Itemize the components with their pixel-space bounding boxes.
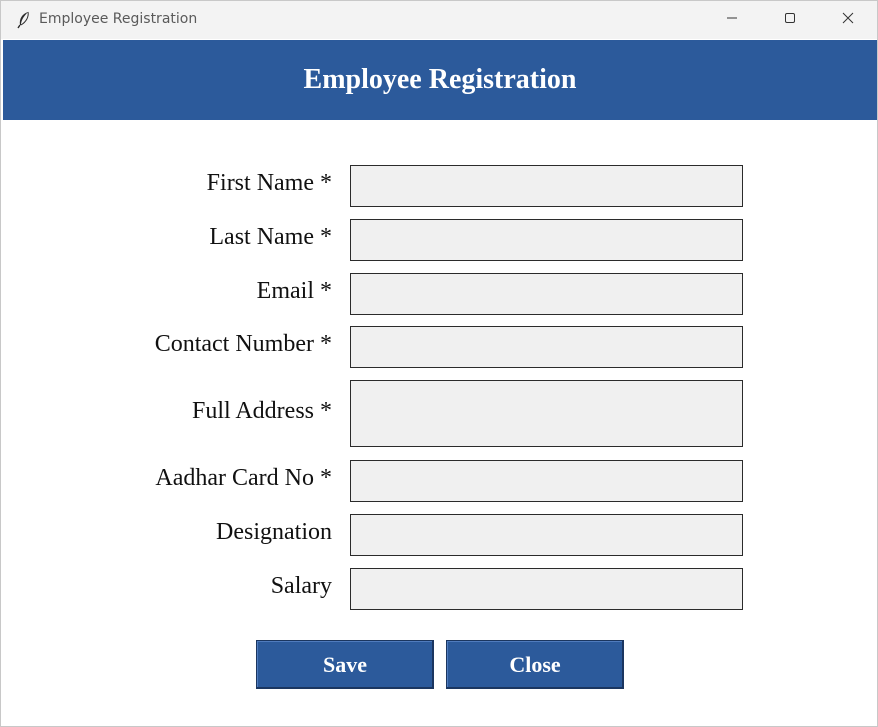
page-header: Employee Registration [3, 40, 877, 120]
app-window: Employee Registration Employee Registrat… [0, 0, 878, 727]
email-label: Email * [256, 278, 332, 304]
page-title: Employee Registration [303, 64, 577, 95]
close-window-button[interactable] [819, 1, 877, 39]
save-button[interactable]: Save [256, 640, 434, 689]
designation-label: Designation [216, 519, 332, 545]
feather-icon [16, 11, 32, 29]
maximize-icon [784, 11, 796, 29]
close-icon [842, 11, 854, 29]
title-bar[interactable]: Employee Registration [1, 1, 877, 39]
designation-input[interactable] [350, 514, 743, 556]
salary-input[interactable] [350, 568, 743, 610]
last-name-label: Last Name * [209, 224, 332, 250]
last-name-input[interactable] [350, 219, 743, 261]
minimize-button[interactable] [703, 1, 761, 39]
close-button[interactable]: Close [446, 640, 624, 689]
full-address-input[interactable] [350, 380, 743, 447]
salary-label: Salary [270, 573, 332, 599]
maximize-button[interactable] [761, 1, 819, 39]
first-name-input[interactable] [350, 165, 743, 207]
aadhar-card-label: Aadhar Card No * [155, 465, 332, 491]
minimize-icon [726, 11, 738, 29]
email-input[interactable] [350, 273, 743, 315]
first-name-label: First Name * [206, 170, 332, 196]
contact-number-input[interactable] [350, 326, 743, 368]
aadhar-card-input[interactable] [350, 460, 743, 502]
contact-number-label: Contact Number * [154, 331, 332, 357]
full-address-label: Full Address * [191, 398, 332, 424]
window-title: Employee Registration [39, 11, 198, 27]
